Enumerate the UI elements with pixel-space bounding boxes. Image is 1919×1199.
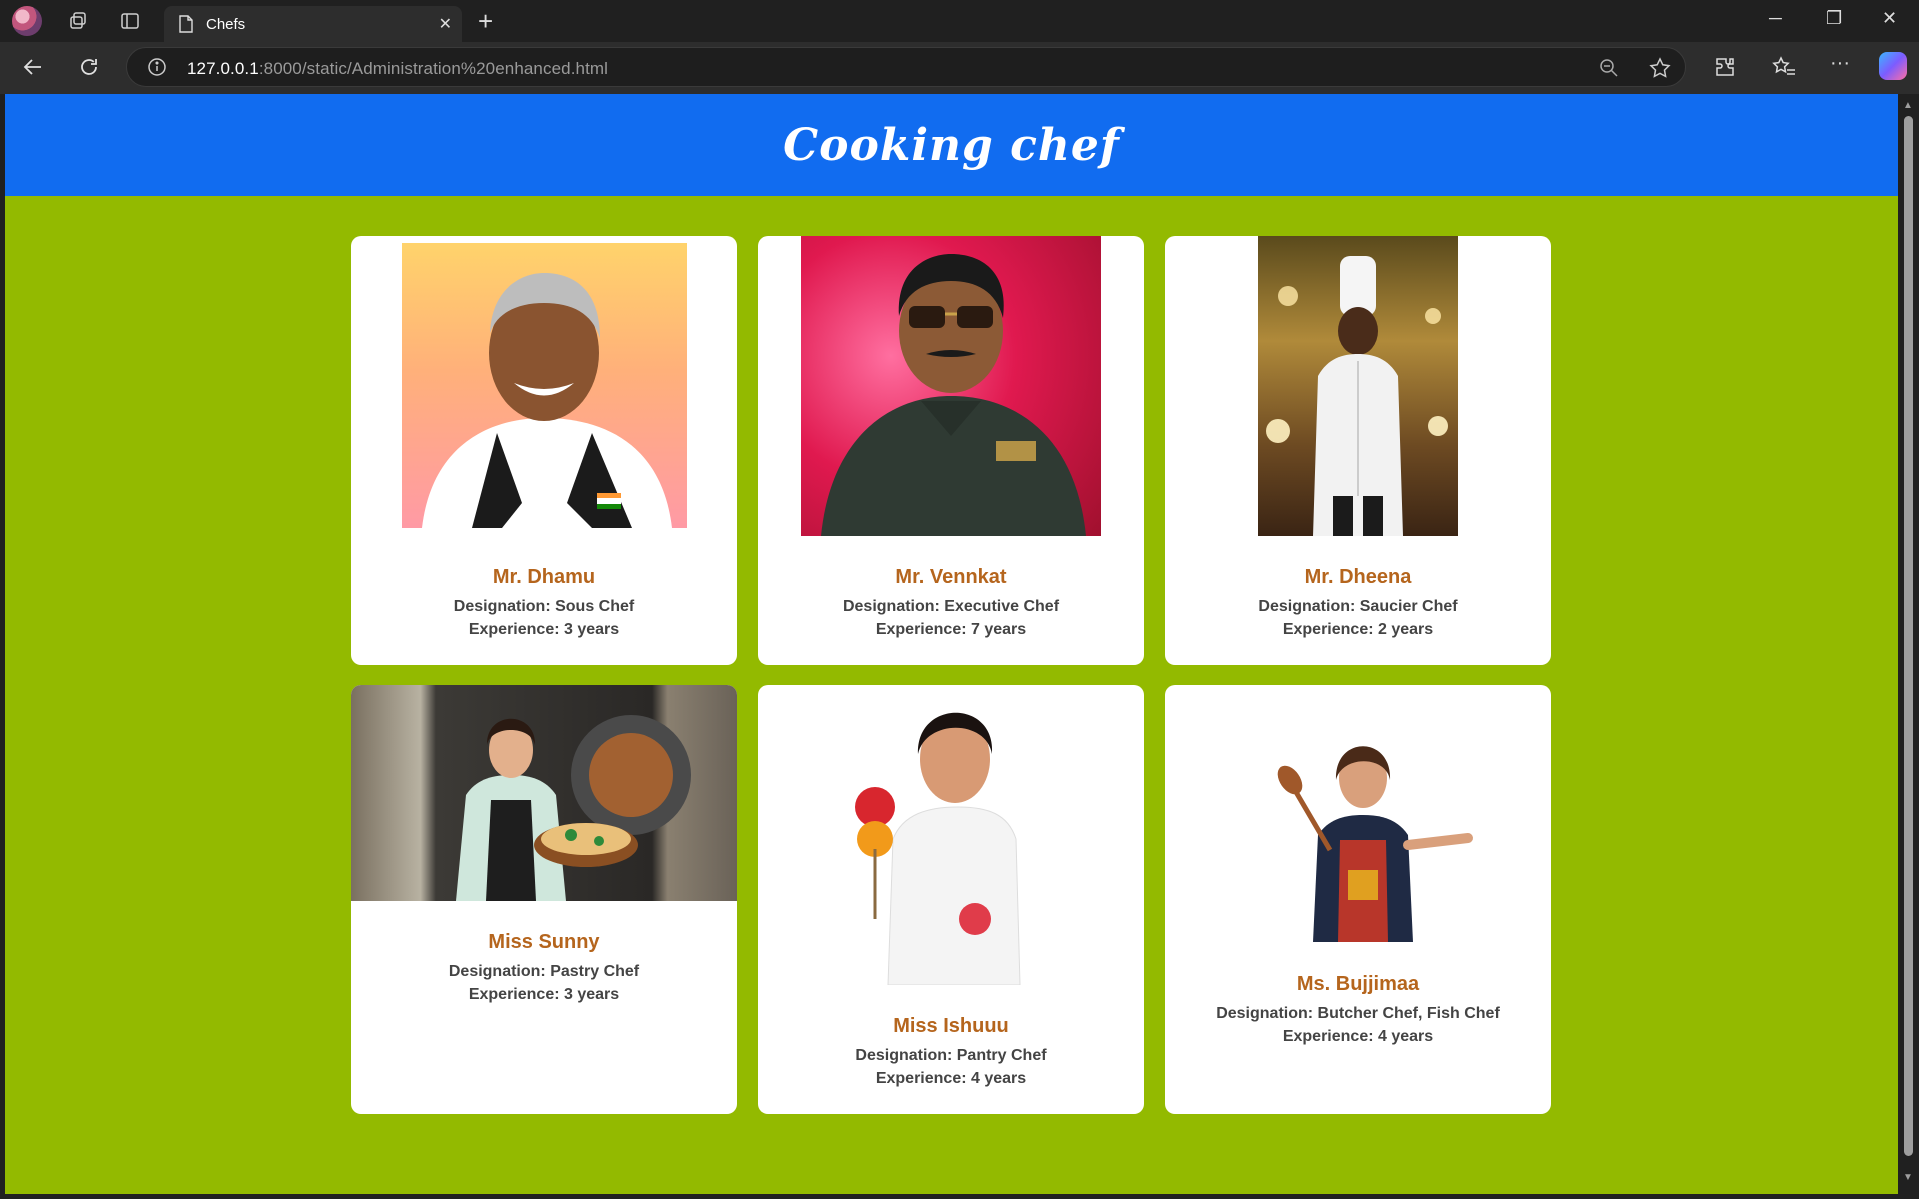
page-title: Cooking chef — [783, 119, 1120, 171]
chef-designation: Designation: Sous Chef — [453, 598, 635, 615]
close-window-icon[interactable]: ✕ — [1882, 8, 1897, 29]
browser-toolbar: 127.0.0.1:8000/static/Administration%20e… — [0, 42, 1919, 94]
chef-designation: Designation: Executive Chef — [842, 598, 1060, 615]
chef-designation: Designation: Butcher Chef, Fish Chef — [1216, 1005, 1500, 1022]
chef-experience: Experience: 4 years — [875, 1070, 1027, 1087]
page-header: Cooking chef — [5, 94, 1898, 196]
chef-name: Ms. Bujjimaa — [1296, 973, 1420, 995]
chef-experience: Experience: 3 years — [468, 986, 620, 1003]
chef-experience: Experience: 3 years — [468, 621, 620, 638]
chef-card: Ms. Bujjimaa Designation: Butcher Chef, … — [1165, 685, 1551, 1114]
vertical-scrollbar[interactable]: ▲ ▼ — [1898, 94, 1919, 1194]
chef-name: Miss Ishuuu — [893, 1015, 1009, 1037]
back-icon[interactable] — [22, 56, 44, 82]
chef-experience: Experience: 2 years — [1282, 621, 1434, 638]
address-bar[interactable]: 127.0.0.1:8000/static/Administration%20e… — [126, 47, 1686, 87]
chef-name: Miss Sunny — [488, 931, 600, 953]
profile-avatar[interactable] — [12, 6, 42, 36]
chef-photo — [1258, 236, 1458, 536]
scroll-thumb[interactable] — [1904, 116, 1913, 1156]
url-text[interactable]: 127.0.0.1:8000/static/Administration%20e… — [187, 59, 608, 79]
favorites-icon[interactable] — [1772, 56, 1796, 82]
workspaces-icon[interactable] — [66, 9, 90, 33]
more-options-icon[interactable]: ··· — [1830, 53, 1850, 73]
chef-card: Miss Sunny Designation: Pastry Chef Expe… — [351, 685, 737, 1114]
chef-name: Mr. Vennkat — [895, 566, 1007, 588]
chef-name: Mr. Dheena — [1304, 566, 1412, 588]
scroll-down-icon[interactable]: ▼ — [1903, 1172, 1913, 1183]
chef-photo — [402, 243, 687, 528]
tab-actions-icon[interactable] — [118, 9, 142, 33]
chef-photo — [1268, 730, 1488, 942]
chef-card: Mr. Dheena Designation: Saucier Chef Exp… — [1165, 236, 1551, 665]
restore-icon[interactable]: ❐ — [1826, 8, 1842, 29]
browser-title-bar: Chefs ✕ + ─ ❐ ✕ — [0, 0, 1919, 42]
page-viewport: Cooking chef Mr. Dhamu Designation: Sous… — [5, 94, 1898, 1194]
minimize-icon[interactable]: ─ — [1769, 8, 1782, 29]
tab-close-icon[interactable]: ✕ — [439, 14, 452, 34]
refresh-icon[interactable] — [78, 56, 100, 82]
chef-experience: Experience: 4 years — [1282, 1028, 1434, 1045]
chef-card: Mr. Vennkat Designation: Executive Chef … — [758, 236, 1144, 665]
chef-photo — [838, 689, 1064, 985]
copilot-icon[interactable] — [1879, 52, 1907, 80]
chef-card: Mr. Dhamu Designation: Sous Chef Experie… — [351, 236, 737, 665]
chef-photo — [351, 685, 737, 901]
chef-experience: Experience: 7 years — [875, 621, 1027, 638]
page-icon — [178, 15, 194, 38]
scroll-up-icon[interactable]: ▲ — [1903, 100, 1913, 111]
new-tab-icon[interactable]: + — [478, 6, 493, 37]
chef-photo — [801, 236, 1101, 536]
chef-name: Mr. Dhamu — [492, 566, 596, 588]
chef-designation: Designation: Saucier Chef — [1258, 598, 1458, 615]
chef-card: Miss Ishuuu Designation: Pantry Chef Exp… — [758, 685, 1144, 1114]
tab-chefs[interactable]: Chefs ✕ — [164, 6, 462, 42]
zoom-out-icon[interactable] — [1599, 58, 1619, 83]
extensions-icon[interactable] — [1714, 56, 1736, 82]
favorite-star-icon[interactable] — [1649, 57, 1671, 84]
tab-title: Chefs — [206, 16, 246, 33]
site-info-icon[interactable] — [147, 57, 167, 82]
chef-designation: Designation: Pantry Chef — [855, 1047, 1047, 1064]
chef-designation: Designation: Pastry Chef — [448, 963, 640, 980]
